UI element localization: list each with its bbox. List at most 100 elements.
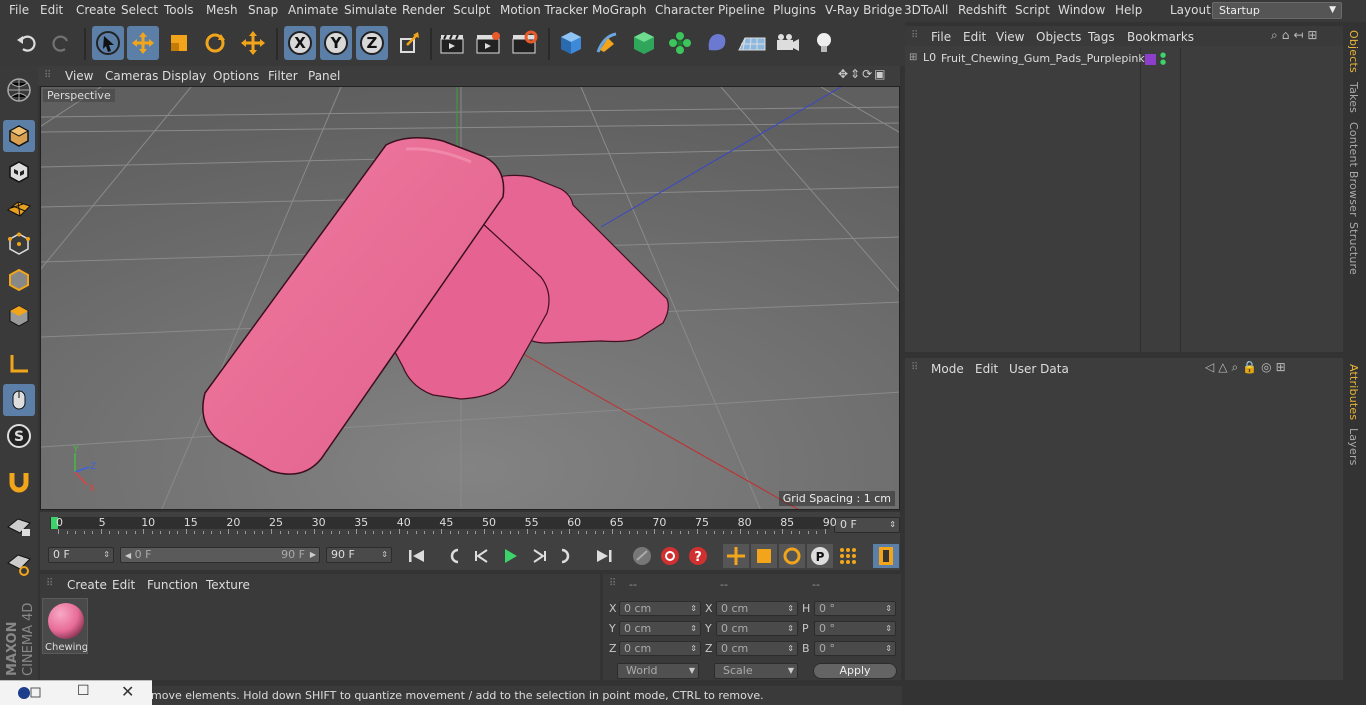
- size-z-field[interactable]: 0 cm ⇕: [716, 641, 798, 656]
- drag-handle-icon[interactable]: ⠿: [44, 70, 51, 81]
- start-frame-field[interactable]: 0 F ⇕: [48, 547, 114, 563]
- texture-mode-button[interactable]: [3, 156, 35, 188]
- drag-handle-icon[interactable]: ⠿: [46, 578, 53, 589]
- record-button[interactable]: [657, 544, 683, 568]
- material-swatch[interactable]: Chewing: [42, 598, 88, 654]
- pos-y-field[interactable]: 0 cm ⇕: [619, 621, 701, 636]
- apply-button[interactable]: Apply: [813, 663, 897, 679]
- key-parameter-button[interactable]: P: [807, 544, 833, 568]
- redo-button[interactable]: [46, 26, 78, 60]
- cube-button[interactable]: [555, 26, 587, 60]
- edges-mode-button[interactable]: [3, 264, 35, 296]
- menu-item-window[interactable]: Window: [1058, 3, 1105, 17]
- objects-menu-edit[interactable]: Edit: [963, 30, 986, 44]
- close-icon[interactable]: ✕: [121, 682, 134, 701]
- menu-item-file[interactable]: File: [9, 3, 29, 17]
- workplane-mode-button[interactable]: [3, 192, 35, 224]
- viewport-menu-options[interactable]: Options: [213, 69, 259, 83]
- maximize-icon[interactable]: ☐: [77, 683, 90, 699]
- snap-button[interactable]: S: [3, 420, 35, 452]
- menu-item-script[interactable]: Script: [1015, 3, 1050, 17]
- key-pla-button[interactable]: [835, 544, 861, 568]
- camera-button[interactable]: [772, 26, 804, 60]
- polygons-mode-button[interactable]: [3, 300, 35, 332]
- right-tab-objects[interactable]: Objects: [1347, 30, 1360, 73]
- menu-item-help[interactable]: Help: [1115, 3, 1142, 17]
- axis-mode-button[interactable]: [3, 348, 35, 380]
- menu-item-sculpt[interactable]: Sculpt: [453, 3, 490, 17]
- go-to-end-button[interactable]: [591, 544, 617, 568]
- layout-dropdown[interactable]: Startup ▼: [1212, 2, 1342, 19]
- right-tab-layers[interactable]: Layers: [1347, 428, 1360, 466]
- material-menu-edit[interactable]: Edit: [112, 578, 135, 592]
- render-picture-viewer-button[interactable]: [472, 26, 504, 60]
- material-menu-function[interactable]: Function: [147, 578, 198, 592]
- end-frame-field[interactable]: 90 F ⇕: [326, 547, 392, 563]
- rot-h-field[interactable]: 0 ° ⇕: [814, 601, 896, 616]
- next-frame-button[interactable]: [525, 544, 551, 568]
- subdivision-button[interactable]: [628, 26, 660, 60]
- objects-menu-tags[interactable]: Tags: [1088, 30, 1115, 44]
- magnet-button[interactable]: [3, 466, 35, 498]
- frame-range-slider[interactable]: ◀ 0 F 90 F ▶: [120, 547, 320, 563]
- size-x-field[interactable]: 0 cm ⇕: [716, 601, 798, 616]
- workplane-lock-button[interactable]: [3, 510, 35, 542]
- drag-handle-icon[interactable]: ⠿: [911, 30, 918, 41]
- objects-menu-bookmarks[interactable]: Bookmarks: [1127, 30, 1194, 44]
- drag-handle-icon[interactable]: ⠿: [609, 578, 616, 589]
- attributes-menu-mode[interactable]: Mode: [931, 362, 964, 376]
- scale-tool-button[interactable]: [163, 26, 195, 60]
- menu-item-mograph[interactable]: MoGraph: [592, 3, 647, 17]
- drag-handle-icon[interactable]: ⠿: [911, 362, 918, 373]
- y-axis-button[interactable]: Y: [320, 26, 352, 60]
- pen-spline-button[interactable]: [591, 26, 623, 60]
- x-axis-button[interactable]: X: [284, 26, 316, 60]
- viewport-menu-panel[interactable]: Panel: [308, 69, 340, 83]
- world-dropdown[interactable]: World ▼: [617, 663, 699, 679]
- go-to-start-button[interactable]: [404, 544, 430, 568]
- light-button[interactable]: [808, 26, 840, 60]
- key-rotation-button[interactable]: [779, 544, 805, 568]
- scale-dropdown[interactable]: Scale ▼: [714, 663, 798, 679]
- visibility-dots-icon[interactable]: ● ●: [1160, 52, 1166, 66]
- timeline-window-button[interactable]: [873, 544, 899, 568]
- 3d-viewport[interactable]: Y Z X Perspective Grid Spacing : 1 cm: [40, 86, 900, 510]
- rot-p-field[interactable]: 0 ° ⇕: [814, 621, 896, 636]
- viewport-menu-view[interactable]: View: [65, 69, 93, 83]
- attributes-menu-user-data[interactable]: User Data: [1009, 362, 1069, 376]
- attribute-nav-icons[interactable]: ◁△⌕🔒◎⊞: [1205, 360, 1290, 375]
- make-editable-button[interactable]: [3, 74, 35, 106]
- autokey-button[interactable]: ?: [685, 544, 711, 568]
- right-tab-content-browser[interactable]: Content Browser: [1347, 122, 1360, 217]
- render-settings-button[interactable]: [508, 26, 540, 60]
- previous-keyframe-button[interactable]: [441, 544, 467, 568]
- layer-color-tag[interactable]: [1145, 54, 1156, 65]
- live-selection-button[interactable]: [92, 26, 124, 60]
- pos-z-field[interactable]: 0 cm ⇕: [619, 641, 701, 656]
- rot-b-field[interactable]: 0 ° ⇕: [814, 641, 896, 656]
- previous-frame-button[interactable]: [470, 544, 496, 568]
- rotate-tool-button[interactable]: [199, 26, 231, 60]
- menu-item-v-ray-bridge[interactable]: V-Ray Bridge: [825, 3, 902, 17]
- tweak-mode-button[interactable]: [3, 384, 35, 416]
- viewport-menu-cameras[interactable]: Cameras: [105, 69, 158, 83]
- objects-menu-file[interactable]: File: [931, 30, 951, 44]
- menu-item-render[interactable]: Render: [402, 3, 445, 17]
- menu-item-redshift[interactable]: Redshift: [958, 3, 1007, 17]
- menu-item-animate[interactable]: Animate: [288, 3, 338, 17]
- current-frame-field[interactable]: 0 F ⇕: [834, 517, 900, 533]
- menu-item-tools[interactable]: Tools: [164, 3, 194, 17]
- objects-menu-objects[interactable]: Objects: [1036, 30, 1081, 44]
- menu-item-mesh[interactable]: Mesh: [206, 3, 238, 17]
- material-menu-texture[interactable]: Texture: [206, 578, 250, 592]
- workplane-rotate-button[interactable]: [3, 548, 35, 580]
- object-name[interactable]: Fruit_Chewing_Gum_Pads_Purplepink: [941, 52, 1145, 65]
- right-tab-attributes[interactable]: Attributes: [1347, 364, 1360, 420]
- objects-menu-view[interactable]: View: [996, 30, 1024, 44]
- pos-x-field[interactable]: 0 cm ⇕: [619, 601, 701, 616]
- size-y-field[interactable]: 0 cm ⇕: [716, 621, 798, 636]
- floor-button[interactable]: [736, 26, 768, 60]
- range-left-arrow[interactable]: ◀: [125, 551, 131, 560]
- model-mode-button[interactable]: [3, 120, 35, 152]
- render-view-button[interactable]: [436, 26, 468, 60]
